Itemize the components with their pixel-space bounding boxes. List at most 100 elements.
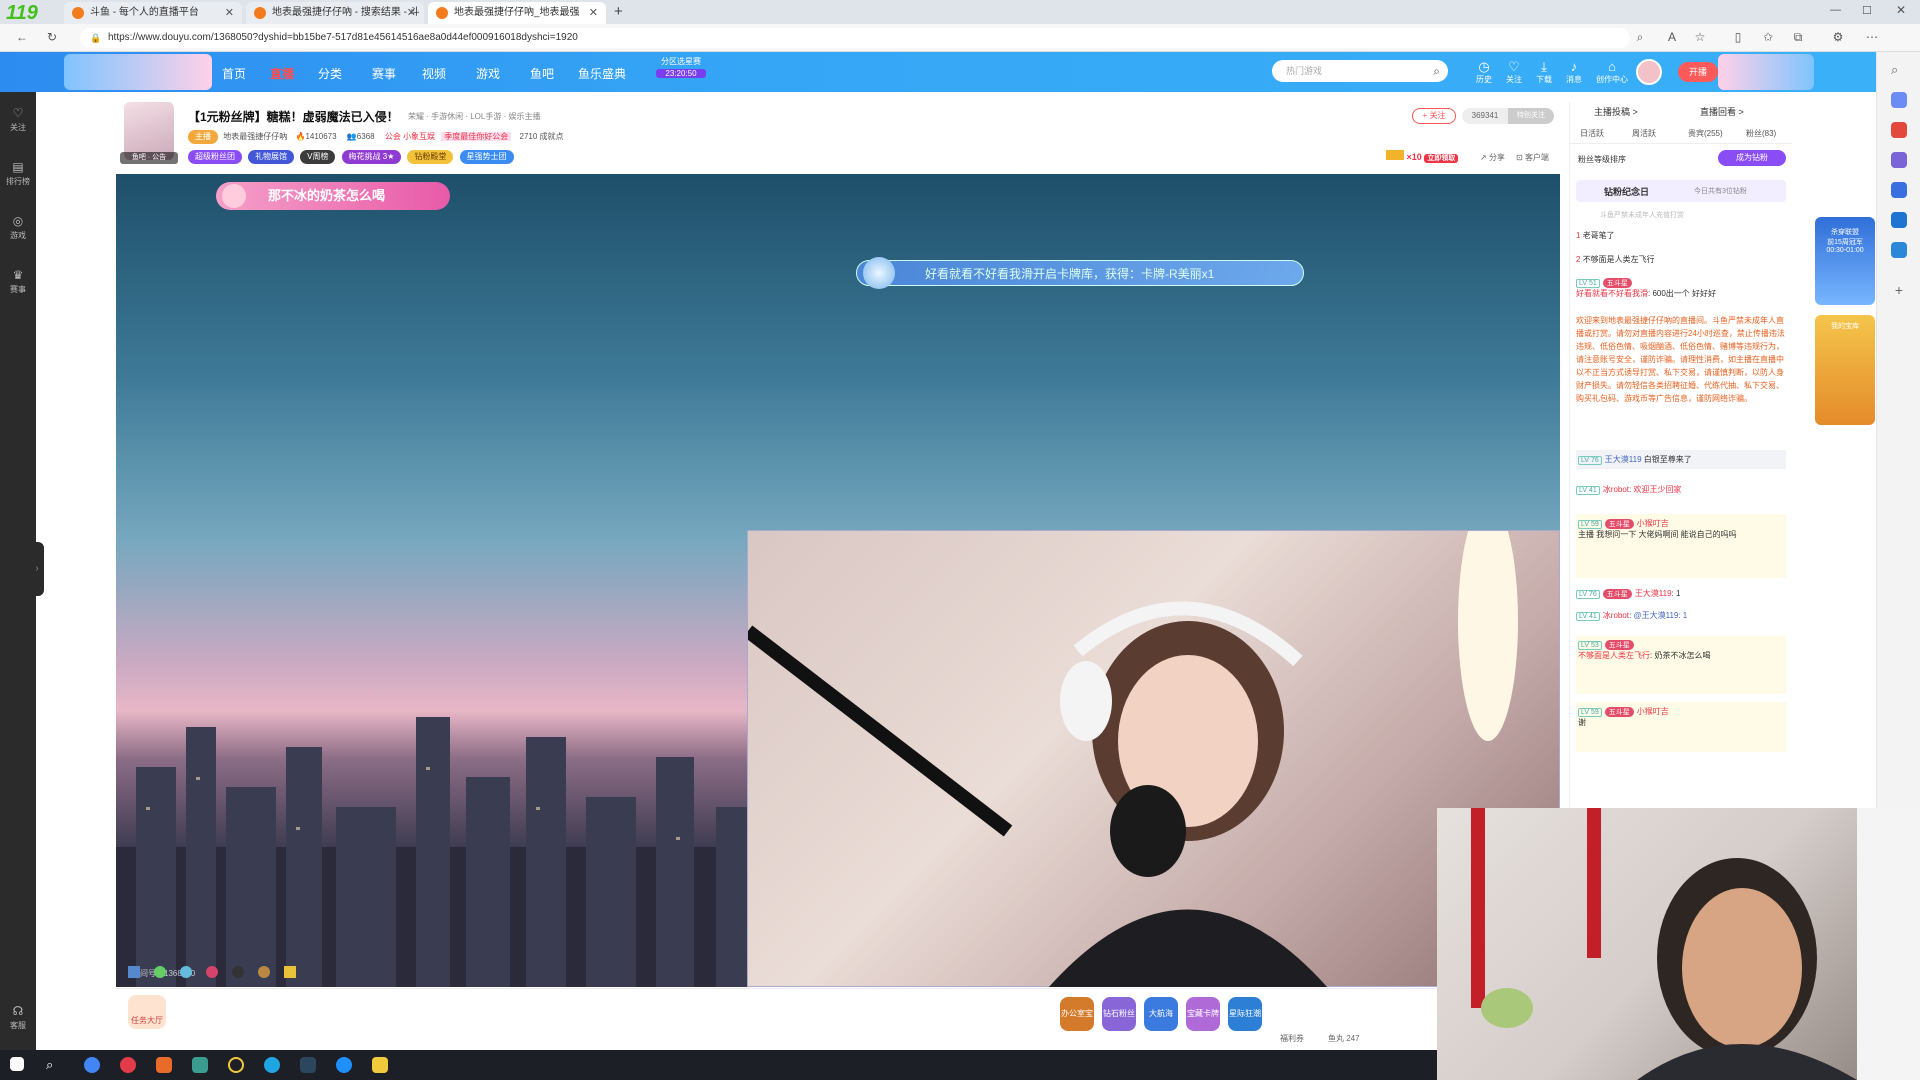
zoom-icon[interactable]: ⌕ [1632, 29, 1648, 45]
app-icon[interactable] [192, 1057, 208, 1073]
app-icon[interactable] [372, 1057, 388, 1073]
message-button[interactable]: ♪ 消息 [1560, 60, 1588, 85]
open-live-button[interactable]: 开播 [1678, 62, 1718, 82]
sidebar-item-service[interactable]: ☊ 客服 [0, 1004, 36, 1031]
chat-username[interactable]: 王大漠119 [1635, 589, 1672, 598]
chat-username[interactable]: 不够面是人类左飞行 [1578, 651, 1650, 660]
chat-username[interactable]: 冰robot [1603, 611, 1629, 620]
become-fan-button[interactable]: 成为钻粉 [1718, 150, 1786, 166]
chat-message[interactable]: LV 41 冰robot: @王大漠119: 1 [1576, 610, 1786, 621]
guild-name[interactable]: 小象互娱 [403, 132, 435, 141]
chat-username[interactable]: 冰robot [1603, 485, 1629, 494]
chat-message[interactable]: LV 53 五斗星 不够面是人类左飞行: 奶茶不冰怎么喝 [1576, 636, 1786, 694]
chat-message[interactable]: LV 76 五斗星 王大漠119: 1 [1576, 588, 1786, 599]
replay-link[interactable]: 直播回看 > [1700, 105, 1744, 118]
close-window-icon[interactable]: ✕ [1896, 3, 1906, 17]
chrome-icon[interactable] [84, 1057, 100, 1073]
nav-fishbar[interactable]: 鱼吧 [530, 65, 554, 82]
top-left-banner[interactable]: 那不冰的奶茶怎么喝 [216, 182, 450, 210]
nav-category[interactable]: 分类 [318, 65, 342, 82]
header-promo-banner[interactable] [1718, 54, 1814, 90]
chat-message[interactable]: LV 59 五斗星 小猴叮吉 主播 我想问一下 大佬妈啊间 能说自己的吗吗 [1576, 514, 1786, 578]
fish-ball-balance[interactable]: 鱼丸 247 [1328, 1033, 1360, 1044]
tag-star-team[interactable]: 星强势士团 [459, 150, 514, 164]
maximize-icon[interactable]: ☐ [1862, 4, 1872, 17]
tab-fans[interactable]: 粉丝(83) [1746, 128, 1776, 139]
chat-username[interactable]: 小猴叮吉 [1637, 707, 1669, 716]
creator-center-button[interactable]: ⌂ 创作中心 [1594, 60, 1630, 85]
chat-message[interactable]: LV 59 五斗星 小猴叮吉 谢 [1576, 702, 1786, 752]
user-avatar[interactable] [1636, 59, 1662, 85]
close-tab-icon[interactable]: ✕ [407, 2, 416, 24]
tag-gift-hall[interactable]: 礼物展馆 [248, 150, 295, 164]
close-tab-icon[interactable]: ✕ [225, 2, 234, 24]
tab-vip[interactable]: 贵宾(255) [1688, 128, 1723, 139]
follow-button[interactable]: + 关注 [1412, 108, 1456, 124]
minimize-icon[interactable]: — [1830, 4, 1841, 16]
send-icon[interactable] [1891, 242, 1907, 258]
tab-daily[interactable]: 日活跃 [1580, 128, 1604, 139]
back-icon[interactable]: ← [14, 29, 30, 45]
level-reward[interactable]: ×10 立即领取 [1386, 150, 1459, 163]
download-button[interactable]: ⤓ 下载 [1530, 60, 1558, 85]
tools-icon[interactable] [1891, 152, 1907, 168]
avatar-caption[interactable]: 鱼吧 · 公告 [120, 152, 178, 164]
chat-message[interactable]: LV 41 冰robot: 欢迎王少回家 [1576, 484, 1786, 495]
share-button[interactable]: ↗ 分享 [1480, 152, 1505, 163]
anchor-name[interactable]: 地表最强捷仔仔吶 [223, 132, 287, 141]
games-icon[interactable] [1891, 182, 1907, 198]
sidebar-collapse-icon[interactable]: › [30, 542, 44, 596]
promo-card-1[interactable]: 杀穿联盟 前15周冠军 00:30-01:00 [1815, 217, 1875, 305]
nav-games[interactable]: 游戏 [476, 65, 500, 82]
client-button[interactable]: ⊡ 客户端 [1516, 152, 1549, 163]
close-tab-icon[interactable]: ✕ [589, 2, 598, 24]
tag-super-fans[interactable]: 超级粉丝团 [188, 150, 242, 164]
gift-item[interactable]: 办公室宝箱 [1060, 997, 1094, 1052]
search-input[interactable]: 热门游戏 ⌕ [1272, 60, 1448, 82]
tag-diamond-hall[interactable]: 钻粉殿堂 [407, 150, 454, 164]
gift-item[interactable]: 宝藏卡牌 [1186, 997, 1220, 1031]
windows-start-icon[interactable] [10, 1057, 24, 1071]
split-icon[interactable]: ▯ [1730, 29, 1746, 45]
steam-icon[interactable] [300, 1057, 316, 1073]
card-reward-banner[interactable]: 好看就看不好看我滑开启卡牌库，获得：卡牌-R美丽x1 [856, 257, 1304, 289]
new-tab-icon[interactable]: + [614, 3, 623, 20]
diamond-anniversary-card[interactable]: 钻粉纪念日 今日共有3位钻粉 [1576, 180, 1786, 202]
nav-events[interactable]: 赛事 [372, 65, 396, 82]
favorites-bar-icon[interactable]: ✩ [1760, 29, 1776, 45]
search-icon[interactable]: ⌕ [1433, 60, 1440, 82]
search-icon[interactable]: ⌕ [1891, 62, 1907, 78]
app-icon[interactable] [120, 1057, 136, 1073]
browser-tab[interactable]: 地表最强捷仔仔吶 - 搜索结果 - 斗 ✕ [246, 2, 424, 24]
add-icon[interactable]: + [1891, 282, 1907, 298]
anchor-posts-link[interactable]: 主播投稿 > [1594, 105, 1638, 118]
tag-challenge[interactable]: 梅花挑战 3★ [341, 150, 402, 164]
extensions-icon[interactable]: ⚙ [1830, 29, 1846, 45]
app-icon[interactable] [156, 1057, 172, 1073]
outlook-icon[interactable] [1891, 212, 1907, 228]
top-user-row[interactable]: 1 老哥笔了 [1576, 230, 1786, 241]
shopping-icon[interactable] [1891, 122, 1907, 138]
search-icon[interactable]: ⌕ [46, 1057, 62, 1073]
chat-message[interactable]: LV 76 王大漠119 白银至尊来了 [1576, 450, 1786, 469]
nav-festival[interactable]: 鱼乐盛典 [578, 65, 626, 82]
chat-message[interactable]: LV 51 五斗星 好看就看不好看我滑: 600出一个 好好好 [1576, 278, 1786, 299]
promo-countdown[interactable]: 分区选星赛 23:20:50 [656, 56, 706, 88]
chat-username[interactable]: 小猴叮吉 [1637, 519, 1669, 528]
promo-card-2[interactable]: 我的宝库 [1815, 315, 1875, 425]
sidebar-item-game[interactable]: ◎ 游戏 [0, 214, 36, 241]
browser-tab[interactable]: 斗鱼 - 每个人的直播平台 ✕ [64, 2, 242, 24]
chat-username[interactable]: 王大漠119 [1605, 455, 1642, 464]
special-follow-button[interactable]: 特别关注 [1508, 108, 1554, 124]
gift-item[interactable]: 星际狂潮 [1228, 997, 1262, 1031]
nav-home[interactable]: 首页 [222, 65, 246, 82]
nav-video[interactable]: 视频 [422, 65, 446, 82]
chat-username[interactable]: 好看就看不好看我滑 [1576, 289, 1648, 298]
more-icon[interactable]: ⋯ [1864, 29, 1880, 45]
edge-icon[interactable] [264, 1057, 280, 1073]
video-player[interactable]: 那不冰的奶茶怎么喝 好看就看不好看我滑开启卡牌库，获得：卡牌-R美丽x1 [116, 174, 1560, 987]
sidebar-item-events[interactable]: ♛ 赛事 [0, 268, 36, 295]
browser-tab-active[interactable]: 地表最强捷仔仔吶_地表最强 ✕ [428, 2, 606, 24]
refresh-icon[interactable]: ↻ [44, 29, 60, 45]
tag-v-week[interactable]: V周榜 [300, 150, 336, 164]
